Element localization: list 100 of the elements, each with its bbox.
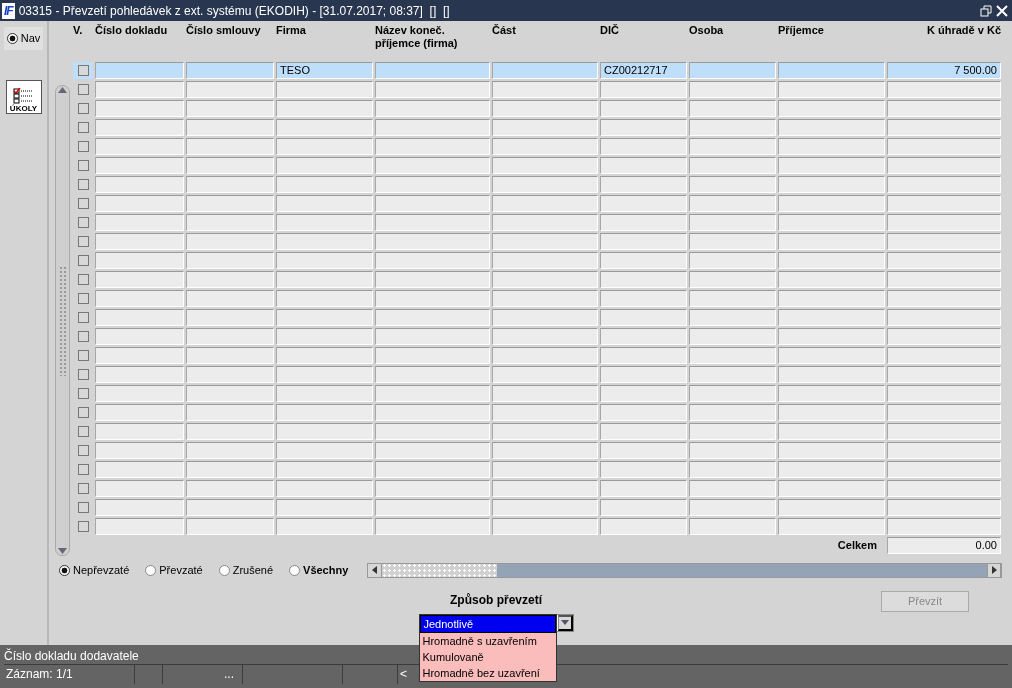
radio-icon[interactable]	[145, 564, 157, 576]
table-cell[interactable]	[689, 176, 776, 193]
table-cell[interactable]	[186, 290, 274, 307]
table-cell[interactable]	[492, 385, 598, 402]
dropdown-option[interactable]: Kumulovaně	[419, 648, 556, 665]
table-cell[interactable]	[778, 119, 885, 136]
table-cell[interactable]	[778, 252, 885, 269]
dropdown-option[interactable]: Hromadně bez uzavření	[419, 664, 556, 681]
row-checkbox[interactable]	[77, 198, 89, 209]
table-cell[interactable]	[600, 480, 687, 497]
table-cell[interactable]	[276, 157, 373, 174]
table-cell[interactable]	[186, 347, 274, 364]
right-arrow-icon[interactable]	[991, 566, 997, 575]
table-cell[interactable]	[887, 119, 1001, 136]
radio-label[interactable]: Převzaté	[159, 562, 203, 579]
table-cell[interactable]	[95, 461, 184, 478]
table-cell[interactable]	[887, 480, 1001, 497]
table-cell[interactable]	[887, 423, 1001, 440]
left-arrow-icon[interactable]	[372, 566, 377, 575]
table-cell[interactable]	[778, 366, 885, 383]
table-cell[interactable]	[492, 423, 598, 440]
radio-icon[interactable]	[289, 564, 301, 576]
table-cell[interactable]	[186, 423, 274, 440]
table-cell[interactable]	[276, 328, 373, 345]
table-cell[interactable]	[375, 195, 490, 212]
tasks-button[interactable]: ÚKOLY	[5, 79, 42, 114]
table-cell[interactable]	[276, 366, 373, 383]
table-cell[interactable]	[778, 214, 885, 231]
row-checkbox[interactable]	[77, 274, 89, 285]
filter-radio[interactable]: Nepřevzaté	[59, 562, 130, 579]
table-cell[interactable]	[375, 157, 490, 174]
table-cell[interactable]	[95, 385, 184, 402]
table-cell[interactable]	[375, 328, 490, 345]
table-cell[interactable]	[689, 81, 776, 98]
table-cell[interactable]	[186, 461, 274, 478]
table-cell[interactable]	[492, 252, 598, 269]
table-cell[interactable]	[95, 138, 184, 155]
row-checkbox[interactable]	[77, 236, 89, 247]
row-checkbox[interactable]	[77, 388, 89, 399]
row-checkbox[interactable]	[77, 483, 89, 494]
table-cell[interactable]	[186, 252, 274, 269]
table-cell[interactable]: 7 500.00	[887, 62, 1001, 79]
table-cell[interactable]	[95, 119, 184, 136]
table-cell[interactable]	[887, 271, 1001, 288]
table-cell[interactable]	[276, 309, 373, 326]
table-cell[interactable]	[186, 100, 274, 117]
row-checkbox[interactable]	[77, 502, 89, 513]
table-cell[interactable]	[778, 271, 885, 288]
table-cell[interactable]	[778, 423, 885, 440]
table-cell[interactable]	[375, 62, 490, 79]
table-cell[interactable]	[492, 81, 598, 98]
table-cell[interactable]	[778, 157, 885, 174]
table-cell[interactable]	[375, 100, 490, 117]
row-checkbox[interactable]	[77, 331, 89, 342]
horizontal-scrollbar[interactable]	[367, 562, 1002, 578]
table-cell[interactable]	[186, 214, 274, 231]
table-cell[interactable]	[95, 62, 184, 79]
table-cell[interactable]	[600, 100, 687, 117]
table-cell[interactable]	[600, 138, 687, 155]
table-cell[interactable]	[887, 461, 1001, 478]
table-cell[interactable]	[778, 62, 885, 79]
filter-radio[interactable]: Všechny	[289, 562, 349, 579]
table-cell[interactable]	[778, 328, 885, 345]
table-cell[interactable]	[492, 233, 598, 250]
table-cell[interactable]	[276, 138, 373, 155]
table-cell[interactable]	[375, 442, 490, 459]
table-cell[interactable]	[689, 347, 776, 364]
table-cell[interactable]	[689, 233, 776, 250]
row-checkbox[interactable]	[77, 407, 89, 418]
table-cell[interactable]	[492, 480, 598, 497]
table-cell[interactable]	[600, 157, 687, 174]
table-cell[interactable]	[492, 499, 598, 516]
table-cell[interactable]	[276, 290, 373, 307]
table-cell[interactable]	[276, 81, 373, 98]
table-cell[interactable]	[492, 347, 598, 364]
table-cell[interactable]	[689, 404, 776, 421]
table-cell[interactable]	[492, 461, 598, 478]
table-cell[interactable]	[375, 518, 490, 535]
table-cell[interactable]	[492, 157, 598, 174]
table-cell[interactable]	[689, 214, 776, 231]
table-cell[interactable]	[600, 385, 687, 402]
table-cell[interactable]	[276, 480, 373, 497]
table-cell[interactable]	[600, 518, 687, 535]
radio-icon[interactable]	[59, 564, 70, 576]
table-cell[interactable]	[689, 138, 776, 155]
table-cell[interactable]	[600, 423, 687, 440]
table-cell[interactable]	[276, 100, 373, 117]
row-checkbox[interactable]	[77, 369, 89, 380]
table-cell[interactable]	[276, 252, 373, 269]
table-cell[interactable]	[887, 385, 1001, 402]
table-cell[interactable]	[887, 81, 1001, 98]
table-cell[interactable]	[186, 157, 274, 174]
table-cell[interactable]	[689, 328, 776, 345]
table-cell[interactable]	[276, 347, 373, 364]
table-cell[interactable]	[375, 252, 490, 269]
table-cell[interactable]	[276, 518, 373, 535]
row-checkbox[interactable]	[77, 350, 89, 361]
table-cell[interactable]	[778, 176, 885, 193]
table-cell[interactable]	[600, 404, 687, 421]
table-cell[interactable]: CZ00212717	[600, 62, 687, 79]
